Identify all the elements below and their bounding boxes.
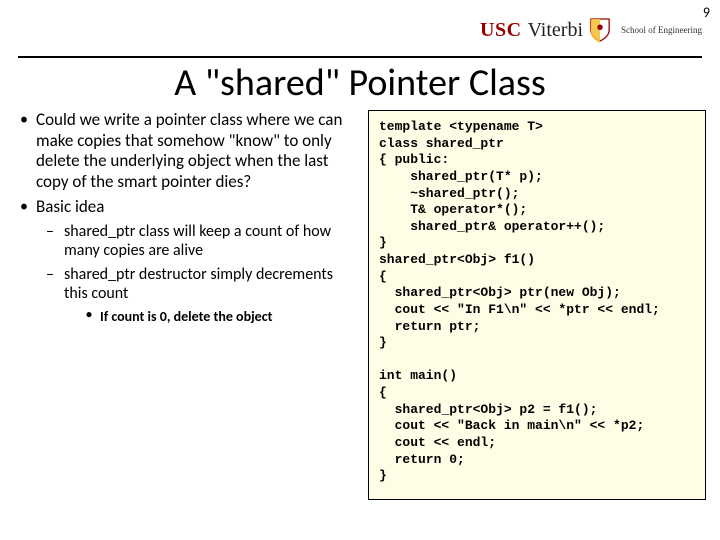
school-subtitle: School of Engineering <box>621 26 702 35</box>
list-item: shared_ptr destructor simply decrements … <box>36 265 358 325</box>
usc-wordmark: USC <box>480 19 522 42</box>
shield-icon <box>589 17 611 43</box>
list-item: Basic idea shared_ptr class will keep a … <box>18 197 358 325</box>
viterbi-wordmark: Viterbi <box>528 19 583 42</box>
header-bar: USC Viterbi School of Engineering <box>0 0 720 56</box>
list-item: Could we write a pointer class where we … <box>18 110 358 193</box>
code-column: template <typename T> class shared_ptr {… <box>368 110 706 500</box>
code-block: template <typename T> class shared_ptr {… <box>368 110 706 500</box>
slide-body: Could we write a pointer class where we … <box>0 110 720 500</box>
page-number: 9 <box>703 4 710 21</box>
horizontal-rule <box>18 56 702 58</box>
usc-viterbi-logo: USC Viterbi School of Engineering <box>480 17 702 43</box>
list-item: If count is 0, delete the object <box>64 308 358 325</box>
list-item-label: shared_ptr destructor simply decrements … <box>64 265 333 304</box>
list-item: shared_ptr class will keep a count of ho… <box>36 222 358 261</box>
slide-title: A "shared" Pointer Class <box>0 60 720 106</box>
list-item-label: Basic idea <box>36 196 104 217</box>
bullet-column: Could we write a pointer class where we … <box>18 110 358 500</box>
